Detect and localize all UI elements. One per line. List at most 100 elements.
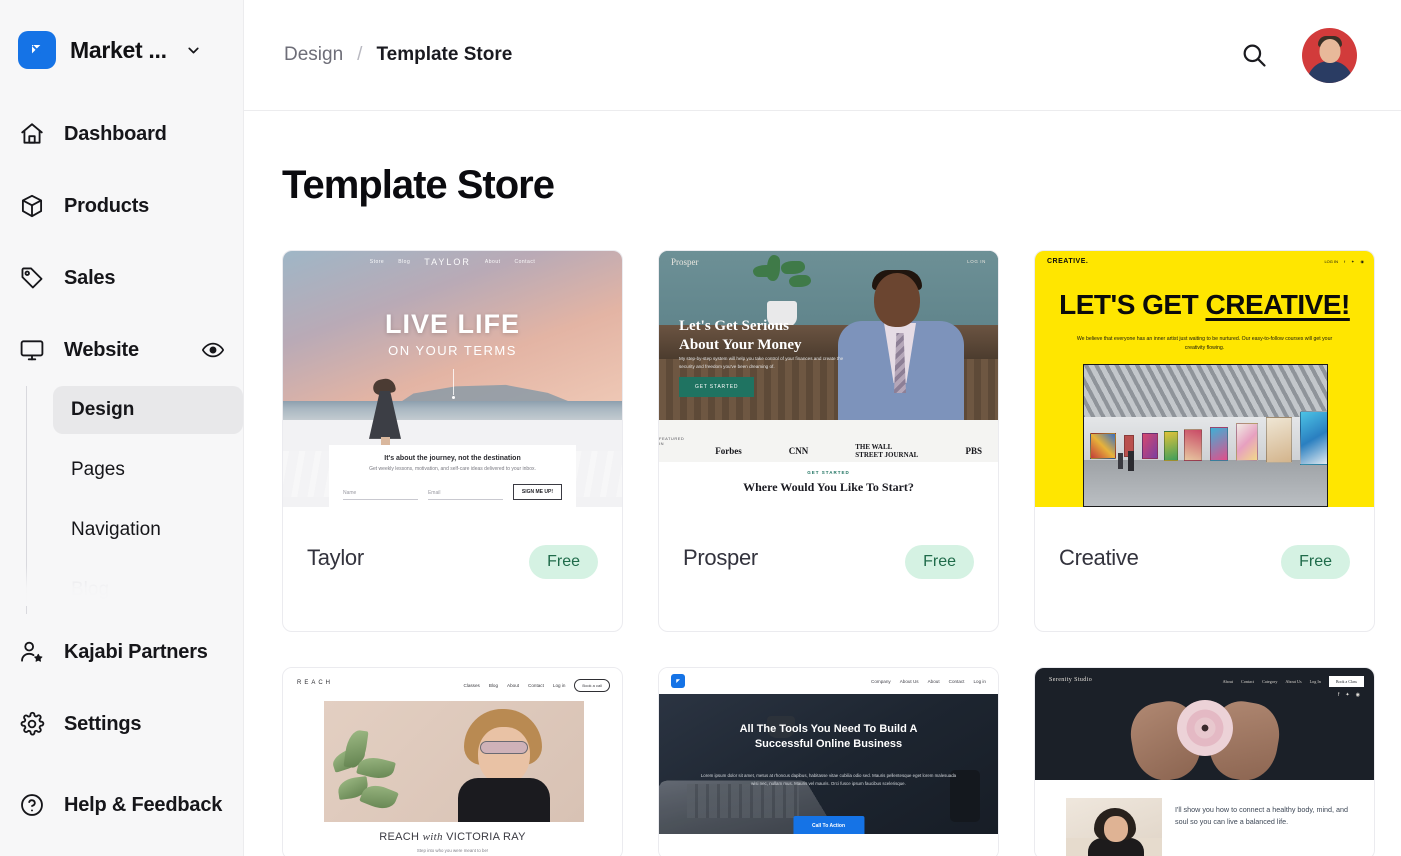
preview-quote: I'll show you how to connect a healthy b… [1175,805,1349,826]
website-subnav: Design Pages Navigation Blog [26,386,243,614]
preview-form-title: It's about the journey, not the destinat… [384,455,521,462]
preview-cta-button: Call To Action [792,816,865,836]
eye-icon[interactable] [201,338,225,362]
breadcrumb-current: Template Store [376,44,513,65]
preview-logo: Serenity Studio [1049,677,1093,683]
breadcrumb-separator: / [357,44,363,65]
template-store-content: Template Store Store Blog TAYLOR About C… [244,111,1401,856]
preview-headline: LET'S GET CREATIVE! [1059,289,1350,320]
preview-login-link: LOG IN [967,259,986,264]
preview-form-subtitle: Get weekly lessons, motivation, and self… [369,466,536,472]
topbar-actions [1240,27,1357,83]
sidebar-subitem-blog[interactable]: Blog [53,566,243,614]
sidebar-nav: Dashboard Products Sales Website Design … [0,80,243,850]
template-card-serenity[interactable]: Serenity Studio About Contact Category A… [1034,667,1375,856]
kajabi-logo-icon [671,674,685,688]
search-icon[interactable] [1240,41,1268,69]
sidebar-item-dashboard[interactable]: Dashboard [0,98,243,170]
sidebar-item-label: Website [64,338,139,361]
template-thumbnail: Store Blog TAYLOR About Contact LIVE LIF… [283,251,622,507]
app-root: Market ... Dashboard Products Sales Webs… [0,0,1401,856]
sidebar-item-products[interactable]: Products [0,170,243,242]
sidebar-subitem-pages[interactable]: Pages [53,446,243,494]
preview-headline: REACH with VICTORIA RAY [379,831,526,843]
template-thumbnail: Prosper LOG IN Let's Get Serious About Y… [659,251,998,507]
preview-headline: All The Tools You Need To Build A Succes… [739,723,918,750]
preview-signup-form: It's about the journey, not the destinat… [329,445,576,507]
status-badge: Free [1281,545,1350,579]
preview-form-button: SIGN ME UP! [512,484,562,500]
preview-subheadline: ON YOUR TERMS [388,343,517,358]
template-thumbnail: Serenity Studio About Contact Category A… [1035,668,1374,856]
tag-icon [18,264,46,292]
preview-headline: Let's Get Serious About Your Money [679,318,802,353]
template-card-reach[interactable]: REACH Classes Blog About Contact Log in … [282,667,623,856]
preview-logo: CREATIVE. [1047,258,1089,265]
breadcrumb-parent[interactable]: Design [284,44,343,66]
template-thumbnail: REACH Classes Blog About Contact Log in … [283,668,622,856]
preview-start-section: GET STARTED Where Would You Like To Star… [659,462,998,507]
sidebar-bottom-nav: Kajabi Partners Settings Help & Feedback [0,616,243,850]
preview-hero-image [324,701,584,822]
template-name: Taylor [307,545,364,570]
preview-nav: Store Blog TAYLOR About Contact [369,257,536,267]
preview-nav: Company About Us About Contact Log in [871,678,986,684]
preview-name-field: Name [343,490,418,500]
page-title: Template Store [282,163,555,207]
status-badge: Free [529,545,598,579]
sidebar-item-website[interactable]: Website [0,314,243,386]
sidebar-item-label: Kajabi Partners [64,640,208,663]
template-thumbnail: Company About Us About Contact Log in Al… [659,668,998,856]
template-card-prosper[interactable]: Prosper LOG IN Let's Get Serious About Y… [658,250,999,632]
template-card-footer: Prosper Free [659,507,998,631]
sidebar-item-sales[interactable]: Sales [0,242,243,314]
breadcrumb: Design / Template Store [284,44,512,66]
template-card-footer: Taylor Free [283,507,622,631]
sidebar-item-kajabi-partners[interactable]: Kajabi Partners [0,616,243,688]
sidebar-item-settings[interactable]: Settings [0,688,243,760]
avatar-body [1306,60,1353,83]
sidebar-item-label: Help & Feedback [64,793,223,816]
preview-cta-button: GET STARTED [679,377,755,397]
status-badge: Free [905,545,974,579]
avatar-head [1319,38,1340,63]
sidebar-subitem-design[interactable]: Design [53,386,243,434]
preview-topbar: LOG IN f ✦ ◉ [1324,259,1364,264]
monitor-icon [18,336,46,364]
preview-logo: REACH [297,680,334,686]
sidebar-item-label: Products [64,194,150,217]
sidebar-item-label: Settings [64,712,142,735]
chevron-down-icon[interactable] [185,42,202,59]
instagram-icon: ◉ [1360,259,1365,264]
twitter-icon: ✦ [1351,259,1355,264]
user-star-icon [18,638,46,666]
facebook-icon: f [1338,692,1340,698]
preview-headline: LIVE LIFE [384,309,520,339]
sidebar-subitem-navigation[interactable]: Navigation [53,506,243,554]
preview-paragraph: Lorem ipsum dolor sit amet, metus at rho… [700,773,957,786]
template-name: Creative [1059,545,1139,570]
preview-paragraph: My step-by-step system will help you tak… [679,356,844,369]
brand-name: Market ... [70,36,167,63]
preview-portrait-image [1066,798,1162,856]
sidebar-item-label: Dashboard [64,122,167,145]
gear-icon [18,710,46,738]
preview-paragraph: We believe that everyone has an inner ar… [1076,336,1333,352]
sidebar: Market ... Dashboard Products Sales Webs… [0,0,244,856]
template-name: Prosper [683,545,758,570]
preview-nav: Classes Blog About Contact Log in Book a… [463,679,610,692]
template-card-taylor[interactable]: Store Blog TAYLOR About Contact LIVE LIF… [282,250,623,632]
template-card-creative[interactable]: CREATIVE. LOG IN f ✦ ◉ LET'S GET CREATIVE!… [1034,250,1375,632]
twitter-icon: ✦ [1345,692,1350,698]
sidebar-item-help-feedback[interactable]: Help & Feedback [0,760,243,850]
main-content: Design / Template Store Template Store S… [244,0,1401,856]
template-card-premier[interactable]: Company About Us About Contact Log in Al… [658,667,999,856]
preview-logo: Prosper [671,257,699,267]
avatar[interactable] [1302,27,1357,83]
sidebar-item-label: Sales [64,266,116,289]
preview-gallery-image [1083,364,1328,507]
preview-email-field: Email [427,490,503,500]
cube-icon [18,192,46,220]
template-grid: Store Blog TAYLOR About Contact LIVE LIF… [282,250,1375,856]
brand-switcher[interactable]: Market ... [0,0,243,80]
